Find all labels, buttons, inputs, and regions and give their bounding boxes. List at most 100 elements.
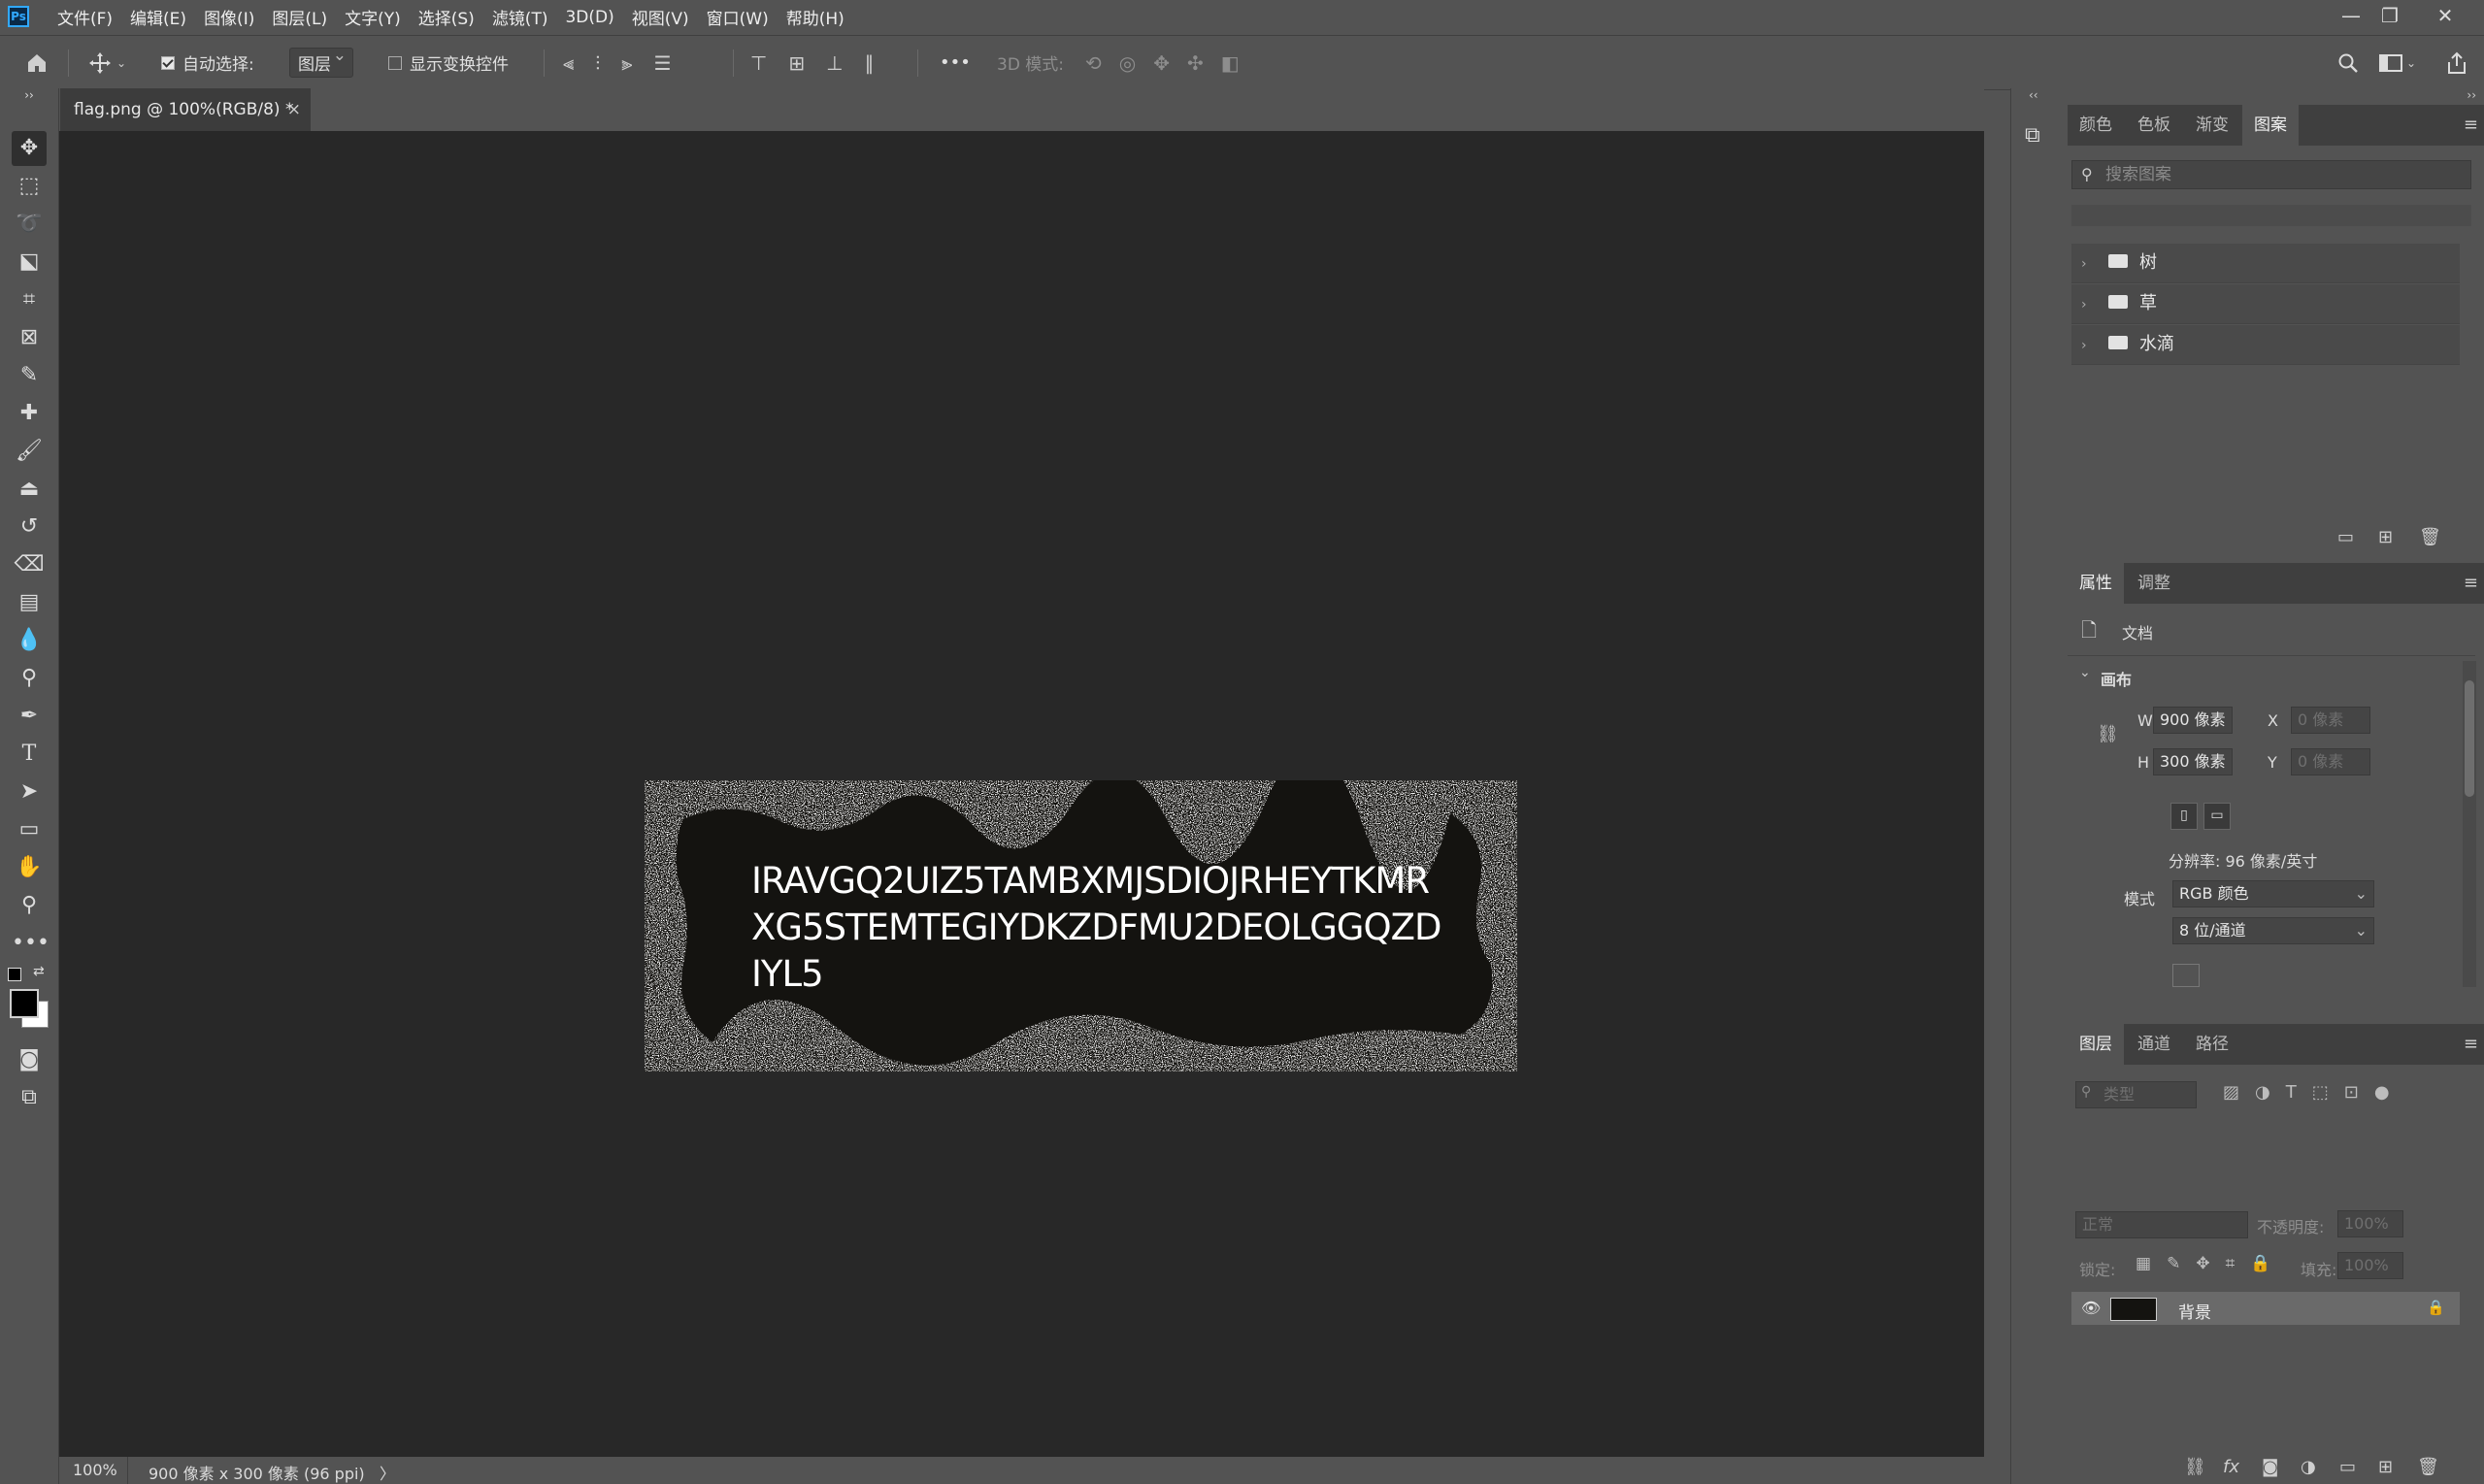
opacity-field[interactable]: 100% (2337, 1210, 2403, 1237)
3d-orbit-icon[interactable]: ⟲ (1085, 51, 1102, 75)
auto-select-target-dropdown[interactable]: 图层 (289, 36, 353, 89)
menu-image[interactable]: 图像(I) (195, 5, 263, 29)
tab-layers[interactable]: 图层 (2068, 1024, 2124, 1065)
tab-paths[interactable]: 路径 (2184, 1024, 2240, 1065)
shape-filter-icon[interactable]: ⬚ (2312, 1082, 2329, 1103)
tab-color[interactable]: 颜色 (2068, 105, 2124, 146)
move-tool-preset-icon[interactable]: ⌄ (87, 36, 126, 89)
align-center-h-icon[interactable]: ⫶ (595, 51, 600, 75)
height-field[interactable]: 300 像素 (2153, 748, 2233, 775)
quick-mask-icon[interactable]: ◙ (12, 1042, 47, 1077)
menu-3d[interactable]: 3D(D) (556, 8, 622, 27)
close-button[interactable]: ✕ (2426, 0, 2465, 34)
layer-row[interactable]: 👁 背景 🔒 (2071, 1292, 2460, 1325)
3d-camera-icon[interactable]: ◧ (1221, 51, 1240, 75)
history-panel-icon[interactable]: ⧉ (2025, 123, 2040, 148)
lock-artboard-icon[interactable]: ⌗ (2226, 1254, 2236, 1273)
frame-tool-icon[interactable]: ⊠ (12, 320, 47, 355)
tab-gradients[interactable]: 渐变 (2184, 105, 2240, 146)
status-menu-arrow[interactable]: 〉 (380, 1461, 395, 1484)
chevron-down-icon[interactable]: ⌄ (2079, 665, 2091, 680)
type-tool-icon[interactable]: T (12, 737, 47, 772)
pattern-group[interactable]: › 树 (2071, 244, 2460, 283)
foreground-color-swatch[interactable] (10, 989, 39, 1018)
type-filter-icon[interactable]: T (2286, 1082, 2297, 1103)
lasso-tool-icon[interactable]: ➰ (12, 207, 47, 242)
document-canvas[interactable]: IRAVGQ2UIZ5TAMBXMJSDIOJRHEYTKMRXG5STEMTE… (645, 780, 1517, 1072)
portrait-orientation-icon[interactable]: ▯ (2170, 803, 2198, 830)
pattern-group[interactable]: › 草 (2071, 284, 2460, 324)
zoom-level[interactable]: 100% (73, 1461, 117, 1479)
share-icon[interactable] (2446, 36, 2467, 89)
trash-icon[interactable]: 🗑 (2417, 1457, 2439, 1477)
edit-toolbar-icon[interactable]: ••• (12, 926, 50, 961)
show-transform-controls-checkbox[interactable]: 显示变换控件 (388, 36, 509, 89)
swap-colors-icon[interactable]: ⇄ (33, 964, 45, 979)
new-pattern-icon[interactable]: ⊞ (2378, 527, 2393, 547)
marquee-tool-icon[interactable]: ⬚ (12, 169, 47, 204)
distribute-v-icon[interactable]: ∥ (865, 51, 875, 75)
document-tab[interactable]: flag.png @ 100%(RGB/8) * × (60, 88, 311, 131)
3d-slide-icon[interactable]: ✣ (1187, 51, 1204, 75)
tab-adjustments[interactable]: 调整 (2126, 563, 2182, 604)
3d-roll-icon[interactable]: ◎ (1119, 51, 1136, 75)
menu-edit[interactable]: 编辑(E) (121, 5, 195, 29)
object-select-tool-icon[interactable]: ⬕ (12, 245, 47, 280)
menu-view[interactable]: 视图(V) (623, 5, 698, 29)
canvas-color-swatch[interactable] (2172, 964, 2200, 987)
layer-style-icon[interactable]: fx (2223, 1457, 2239, 1477)
color-mode-dropdown[interactable]: RGB 颜色 ⌄ (2172, 880, 2374, 907)
brush-tool-icon[interactable]: 🖌 (12, 434, 47, 469)
adjustment-layer-icon[interactable]: ◑ (2301, 1457, 2316, 1477)
layer-name[interactable]: 背景 (2178, 1299, 2211, 1323)
close-tab-icon[interactable]: × (287, 88, 301, 131)
landscape-orientation-icon[interactable]: ▭ (2203, 803, 2231, 830)
minimize-button[interactable]: — (2332, 0, 2370, 34)
path-selection-tool-icon[interactable]: ➤ (12, 775, 47, 809)
lock-transparent-icon[interactable]: ▦ (2136, 1254, 2151, 1273)
workspace-scrollbar[interactable] (1984, 131, 2010, 1457)
photoshop-logo-icon[interactable]: Ps (8, 6, 29, 27)
crop-tool-icon[interactable]: ⌗ (12, 282, 47, 317)
panel-menu-icon[interactable]: ≡ (2464, 115, 2478, 135)
history-brush-tool-icon[interactable]: ↺ (12, 510, 47, 544)
blend-mode-dropdown[interactable]: 正常 (2075, 1211, 2248, 1238)
fill-field[interactable]: 100% (2337, 1252, 2403, 1279)
distribute-h-icon[interactable]: ☰ (654, 51, 672, 75)
tab-swatches[interactable]: 色板 (2126, 105, 2182, 146)
menu-type[interactable]: 文字(Y) (336, 5, 410, 29)
menu-help[interactable]: 帮助(H) (778, 5, 853, 29)
add-mask-icon[interactable]: ◙ (2262, 1457, 2278, 1477)
align-right-icon[interactable]: ⫸ (621, 51, 632, 75)
lock-position-icon[interactable]: ✥ (2196, 1254, 2209, 1273)
zoom-tool-icon[interactable]: ⚲ (12, 888, 47, 923)
align-bottom-icon[interactable]: ⊥ (826, 51, 843, 75)
auto-select-checkbox[interactable]: 自动选择: (161, 36, 254, 89)
panel-menu-icon[interactable]: ≡ (2464, 1034, 2478, 1054)
layer-filter-type-dropdown[interactable]: 类型 (2075, 1081, 2197, 1108)
chevron-right-icon[interactable]: › (2081, 326, 2091, 365)
new-group-icon[interactable]: ▭ (2339, 1457, 2356, 1477)
trash-icon[interactable]: 🗑 (2419, 527, 2441, 547)
x-field[interactable]: 0 像素 (2291, 707, 2370, 734)
workspace-switcher-icon[interactable]: ⌄ (2379, 36, 2416, 89)
link-icon[interactable]: ⛓ (2097, 724, 2119, 744)
menu-filter[interactable]: 滤镜(T) (483, 5, 557, 29)
dodge-tool-icon[interactable]: ⚲ (12, 661, 47, 696)
pixel-filter-icon[interactable]: ▨ (2223, 1082, 2239, 1103)
pattern-group[interactable]: › 水滴 (2071, 325, 2460, 365)
pattern-size-slider[interactable] (2071, 205, 2471, 226)
hand-tool-icon[interactable]: ✋ (12, 850, 47, 885)
rectangle-tool-icon[interactable]: ▭ (12, 812, 47, 847)
restore-button[interactable]: ❐ (2370, 0, 2409, 34)
menu-select[interactable]: 选择(S) (410, 5, 483, 29)
bit-depth-dropdown[interactable]: 8 位/通道 ⌄ (2172, 917, 2374, 944)
blur-tool-icon[interactable]: 💧 (12, 623, 47, 658)
tab-channels[interactable]: 通道 (2126, 1024, 2182, 1065)
pen-tool-icon[interactable]: ✒ (12, 699, 47, 734)
menu-file[interactable]: 文件(F) (49, 5, 121, 29)
menu-layer[interactable]: 图层(L) (263, 5, 336, 29)
tab-patterns[interactable]: 图案 (2242, 105, 2299, 146)
chevron-right-icon[interactable]: › (2081, 245, 2091, 283)
3d-pan-icon[interactable]: ✥ (1153, 51, 1170, 75)
